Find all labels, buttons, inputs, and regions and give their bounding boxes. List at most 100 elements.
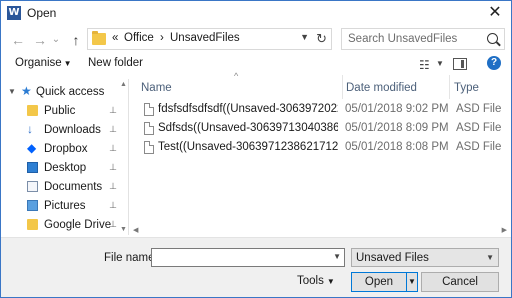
pin-icon: ⊥ (109, 219, 117, 229)
chevron-down-icon[interactable]: ▼ (436, 59, 444, 68)
dialog-title: Open (27, 6, 57, 20)
command-bar: Organise ▼ New folder ☷ ▼ ? (1, 53, 511, 75)
file-row[interactable]: Test((Unsaved-306397123862171248)).asd 0… (141, 139, 509, 157)
folder-icon (92, 31, 106, 45)
chevron-down-icon: ▼ (486, 253, 494, 262)
file-type: ASD File (456, 141, 502, 153)
address-bar[interactable]: « Office › UnsavedFiles ▼ ↻ (87, 28, 332, 50)
star-icon: ★ (21, 84, 32, 98)
tools-button[interactable]: Tools ▼ (297, 275, 335, 287)
column-divider[interactable] (449, 75, 450, 99)
file-list-header: ^ Name Date modified Type (129, 71, 511, 99)
file-icon (144, 103, 154, 116)
file-date: 05/01/2018 8:09 PM (345, 122, 449, 134)
recent-locations-chevron-icon[interactable]: ⌄ (50, 30, 62, 50)
navigation-pane: ▼ ★ Quick access Public ⊥ ↓ Downloads ⊥ … (1, 79, 129, 235)
breadcrumb-office[interactable]: Office (124, 32, 154, 44)
file-row[interactable]: fdsfsdfsdfsdf((Unsaved-306397202225682..… (141, 101, 509, 119)
documents-icon (27, 181, 38, 192)
pin-icon: ⊥ (109, 200, 117, 210)
file-date: 05/01/2018 9:02 PM (345, 103, 449, 115)
sidebar-item-label: Quick access (36, 86, 105, 98)
sidebar-item-desktop[interactable]: Desktop ⊥ (1, 159, 119, 177)
folder-icon (27, 219, 38, 230)
sidebar-scrollbar[interactable]: ▲ ▼ (119, 79, 128, 235)
sidebar-item-label: Public (44, 105, 76, 117)
breadcrumb-separator: › (160, 32, 164, 44)
dropbox-icon: ◆ (27, 141, 37, 155)
open-button[interactable]: Open (351, 272, 407, 292)
chevron-down-icon: ▼ (63, 59, 72, 68)
pin-icon: ⊥ (109, 181, 117, 191)
organise-button[interactable]: Organise ▼ (15, 57, 72, 69)
scroll-down-icon[interactable]: ▼ (120, 226, 127, 233)
title-bar: W Open ✕ (1, 1, 511, 25)
up-arrow-icon[interactable]: ↑ (67, 30, 85, 50)
file-type-value: Unsaved Files (356, 252, 429, 264)
file-name-field[interactable]: ▼ (151, 248, 345, 267)
chevron-down-icon: ▼ (326, 277, 335, 286)
pin-icon: ⊥ (109, 143, 117, 153)
sidebar-item-label: Downloads (44, 124, 101, 136)
file-type-select[interactable]: Unsaved Files ▼ (351, 248, 499, 267)
scroll-up-icon[interactable]: ▲ (120, 81, 127, 88)
scroll-right-icon[interactable]: ▶ (502, 226, 507, 234)
sidebar-item-label: Google Drive (44, 219, 112, 231)
dialog-footer: File name: ▼ Unsaved Files ▼ Tools ▼ Open… (1, 237, 511, 297)
pictures-icon (27, 200, 38, 211)
sidebar-item-label: Pictures (44, 200, 86, 212)
navigation-bar: ← → ⌄ ↑ « Office › UnsavedFiles ▼ ↻ Sear… (1, 27, 511, 53)
search-input[interactable]: Search UnsavedFiles (348, 33, 457, 45)
file-name-label: File name: (104, 252, 158, 264)
expand-chevron-icon[interactable]: ▼ (8, 87, 16, 96)
sidebar-item-quick-access[interactable]: ▼ ★ Quick access (1, 83, 119, 101)
breadcrumb-overflow[interactable]: « (112, 32, 118, 44)
pin-icon: ⊥ (109, 162, 117, 172)
column-date-modified[interactable]: Date modified (346, 82, 417, 94)
file-date: 05/01/2018 8:08 PM (345, 141, 449, 153)
sidebar-item-google-drive[interactable]: Google Drive ⊥ (1, 216, 119, 234)
file-name: Test((Unsaved-306397123862171248)).asd (158, 141, 338, 153)
sidebar-item-dropbox[interactable]: ◆ Dropbox ⊥ (1, 140, 119, 158)
close-button[interactable]: ✕ (485, 3, 505, 23)
word-app-icon: W (7, 6, 21, 20)
breadcrumb-unsavedfiles[interactable]: UnsavedFiles (170, 32, 240, 44)
scroll-left-icon[interactable]: ◀ (133, 226, 138, 234)
refresh-icon[interactable]: ↻ (316, 31, 327, 47)
search-box[interactable]: Search UnsavedFiles (341, 28, 505, 50)
file-name: fdsfsdfsdfsdf((Unsaved-306397202225682..… (158, 103, 338, 115)
view-options-icon[interactable]: ☷ (419, 58, 430, 72)
sidebar-item-public[interactable]: Public ⊥ (1, 102, 119, 120)
file-icon (144, 141, 154, 154)
column-type[interactable]: Type (454, 82, 479, 94)
chevron-down-icon[interactable]: ▼ (333, 252, 341, 261)
chevron-down-icon: ▼ (408, 277, 416, 286)
sidebar-item-label: Desktop (44, 162, 87, 174)
file-icon (144, 122, 154, 135)
file-row[interactable]: Sdfsds((Unsaved-306397130403863952)).a..… (141, 120, 509, 138)
sidebar-item-label: Documents (44, 181, 103, 193)
new-folder-button[interactable]: New folder (88, 57, 143, 69)
folder-icon (27, 105, 38, 116)
column-divider[interactable] (342, 75, 343, 99)
back-arrow-icon[interactable]: ← (9, 30, 27, 50)
column-name[interactable]: Name (141, 82, 172, 94)
cancel-button[interactable]: Cancel (421, 272, 499, 292)
sidebar-item-downloads[interactable]: ↓ Downloads ⊥ (1, 121, 119, 139)
desktop-icon (27, 162, 38, 173)
sidebar-item-pictures[interactable]: Pictures ⊥ (1, 197, 119, 215)
file-list-scrollbar[interactable]: ◀ ▶ (129, 226, 511, 236)
open-dialog: W Open ✕ ← → ⌄ ↑ « Office › UnsavedFiles… (0, 0, 512, 298)
pin-icon: ⊥ (109, 124, 117, 134)
sidebar-item-label: Dropbox (44, 143, 88, 155)
search-icon[interactable] (487, 33, 498, 44)
forward-arrow-icon[interactable]: → (31, 30, 49, 50)
file-name: Sdfsds((Unsaved-306397130403863952)).a..… (158, 122, 338, 134)
help-icon[interactable]: ? (487, 56, 501, 70)
pin-icon: ⊥ (109, 105, 117, 115)
preview-pane-icon[interactable] (453, 58, 467, 70)
sidebar-item-documents[interactable]: Documents ⊥ (1, 178, 119, 196)
sort-ascending-icon: ^ (234, 71, 239, 81)
open-options-dropdown[interactable]: ▼ (406, 272, 418, 292)
chevron-down-icon[interactable]: ▼ (300, 32, 309, 42)
